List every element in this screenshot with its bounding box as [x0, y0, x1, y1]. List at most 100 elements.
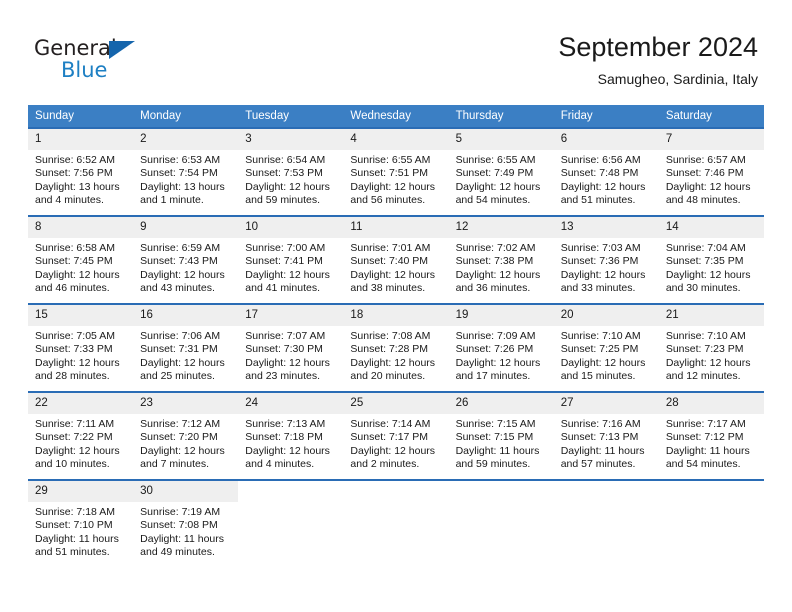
daylight-text-line1: Daylight: 12 hours [140, 356, 225, 369]
calendar-day-cell[interactable]: 21 Sunrise: 7:10 AM Sunset: 7:23 PM Dayligh… [658, 303, 764, 392]
day-details: Sunrise: 6:58 AM Sunset: 7:45 PM Daylight:… [28, 238, 133, 296]
calendar-day-cell[interactable]: 13 Sunrise: 7:03 AM Sunset: 7:36 PM Dayligh… [553, 215, 659, 304]
title-block: September 2024 Samugheo, Sardinia, Italy [558, 30, 758, 88]
daylight-text-line2: and 20 minutes. [350, 370, 426, 383]
calendar-day-cell[interactable]: 5 Sunrise: 6:55 AM Sunset: 7:49 PM Daylight… [448, 127, 554, 216]
calendar-day-cell[interactable]: 15 Sunrise: 7:05 AM Sunset: 7:33 PM Dayligh… [28, 303, 134, 392]
day-cell-inner: 17 Sunrise: 7:07 AM Sunset: 7:30 PM Dayligh… [238, 305, 344, 391]
day-details: Sunrise: 7:00 AM Sunset: 7:41 PM Daylight:… [238, 238, 343, 296]
calendar-week-row: 1 Sunrise: 6:52 AM Sunset: 7:56 PM Daylight… [28, 127, 764, 216]
calendar-day-cell[interactable]: 20 Sunrise: 7:10 AM Sunset: 7:25 PM Dayligh… [553, 303, 659, 392]
calendar-day-cell[interactable]: 22 Sunrise: 7:11 AM Sunset: 7:22 PM Dayligh… [28, 391, 134, 480]
daylight-text-line1: Daylight: 12 hours [665, 268, 751, 281]
daylight-text-line2: and 51 minutes. [35, 546, 110, 559]
daylight-text-line2: and 1 minute. [140, 194, 204, 207]
day-details: Sunrise: 7:16 AM Sunset: 7:13 PM Daylight:… [554, 414, 659, 472]
sunset-text: Sunset: 7:49 PM [455, 167, 534, 180]
calendar-day-cell[interactable]: 7 Sunrise: 6:57 AM Sunset: 7:46 PM Daylight… [658, 127, 764, 216]
logo-text-blue: Blue [61, 58, 108, 82]
calendar-day-cell [448, 479, 554, 570]
sunset-text: Sunset: 7:35 PM [665, 255, 744, 268]
sunset-text: Sunset: 7:48 PM [560, 167, 639, 180]
day-number: 10 [238, 217, 344, 238]
daylight-text-line2: and 54 minutes. [665, 458, 741, 471]
day-number: 21 [658, 305, 764, 326]
calendar-day-cell[interactable]: 10 Sunrise: 7:00 AM Sunset: 7:41 PM Dayligh… [238, 215, 344, 304]
day-cell-inner: 7 Sunrise: 6:57 AM Sunset: 7:46 PM Daylight… [658, 129, 764, 215]
sunset-text: Sunset: 7:36 PM [560, 255, 639, 268]
calendar-day-cell[interactable]: 16 Sunrise: 7:06 AM Sunset: 7:31 PM Dayligh… [133, 303, 239, 392]
day-cell-inner: 28 Sunrise: 7:17 AM Sunset: 7:12 PM Dayligh… [658, 393, 764, 479]
day-cell-inner: 5 Sunrise: 6:55 AM Sunset: 7:49 PM Daylight… [448, 129, 554, 215]
day-cell-inner: 18 Sunrise: 7:08 AM Sunset: 7:28 PM Dayligh… [343, 305, 449, 391]
daylight-text-line1: Daylight: 12 hours [455, 356, 541, 369]
sunset-text: Sunset: 7:22 PM [35, 431, 113, 444]
sunrise-text: Sunrise: 7:09 AM [455, 330, 536, 342]
generalblue-logo[interactable]: General Blue [34, 36, 234, 88]
daylight-text-line1: Daylight: 12 hours [560, 268, 646, 281]
daylight-text-line2: and 7 minutes. [140, 458, 210, 471]
sunset-text: Sunset: 7:54 PM [140, 167, 218, 180]
sunset-text: Sunset: 7:26 PM [455, 343, 534, 356]
daylight-text-line1: Daylight: 12 hours [140, 444, 225, 457]
calendar-day-cell[interactable]: 1 Sunrise: 6:52 AM Sunset: 7:56 PM Daylight… [28, 127, 134, 216]
day-details: Sunrise: 6:53 AM Sunset: 7:54 PM Daylight:… [133, 150, 238, 208]
sunrise-text: Sunrise: 7:05 AM [35, 330, 115, 342]
day-details: Sunrise: 7:01 AM Sunset: 7:40 PM Daylight:… [343, 238, 448, 296]
day-number: 4 [343, 129, 449, 150]
day-details: Sunrise: 7:03 AM Sunset: 7:36 PM Daylight:… [554, 238, 659, 296]
calendar-day-cell[interactable]: 26 Sunrise: 7:15 AM Sunset: 7:15 PM Dayligh… [448, 391, 554, 480]
day-number: 5 [448, 129, 554, 150]
sunset-text: Sunset: 7:25 PM [560, 343, 639, 356]
calendar-day-cell[interactable]: 25 Sunrise: 7:14 AM Sunset: 7:17 PM Dayligh… [343, 391, 449, 480]
calendar-day-cell[interactable]: 4 Sunrise: 6:55 AM Sunset: 7:51 PM Daylight… [343, 127, 449, 216]
calendar-day-cell[interactable]: 8 Sunrise: 6:58 AM Sunset: 7:45 PM Daylight… [28, 215, 134, 304]
weekday-header-thursday: Thursday [448, 105, 554, 128]
calendar-day-cell [343, 479, 449, 570]
day-number: 20 [553, 305, 659, 326]
sunrise-text: Sunrise: 7:04 AM [665, 242, 746, 254]
calendar-day-cell[interactable]: 27 Sunrise: 7:16 AM Sunset: 7:13 PM Dayligh… [553, 391, 659, 480]
calendar-day-cell[interactable]: 9 Sunrise: 6:59 AM Sunset: 7:43 PM Daylight… [133, 215, 239, 304]
calendar-day-cell[interactable]: 30 Sunrise: 7:19 AM Sunset: 7:08 PM Dayligh… [133, 479, 239, 570]
day-number: 17 [238, 305, 344, 326]
daylight-text-line1: Daylight: 12 hours [350, 356, 436, 369]
calendar-day-cell[interactable]: 18 Sunrise: 7:08 AM Sunset: 7:28 PM Dayligh… [343, 303, 449, 392]
day-details: Sunrise: 6:55 AM Sunset: 7:51 PM Daylight:… [343, 150, 448, 208]
sunrise-text: Sunrise: 7:17 AM [665, 418, 746, 430]
daylight-text-line2: and 41 minutes. [245, 282, 320, 295]
sunset-text: Sunset: 7:10 PM [35, 519, 113, 532]
sunrise-text: Sunrise: 6:54 AM [245, 154, 326, 166]
sunset-text: Sunset: 7:45 PM [35, 255, 113, 268]
daylight-text-line2: and 54 minutes. [455, 194, 531, 207]
calendar-week-row: 8 Sunrise: 6:58 AM Sunset: 7:45 PM Daylight… [28, 215, 764, 304]
day-cell-inner: 19 Sunrise: 7:09 AM Sunset: 7:26 PM Dayligh… [448, 305, 554, 391]
day-number: 24 [238, 393, 344, 414]
sunset-text: Sunset: 7:13 PM [560, 431, 639, 444]
calendar-day-cell[interactable]: 6 Sunrise: 6:56 AM Sunset: 7:48 PM Daylight… [553, 127, 659, 216]
calendar-day-cell[interactable]: 29 Sunrise: 7:18 AM Sunset: 7:10 PM Dayligh… [28, 479, 134, 570]
calendar-day-cell[interactable]: 28 Sunrise: 7:17 AM Sunset: 7:12 PM Dayligh… [658, 391, 764, 480]
sunset-text: Sunset: 7:17 PM [350, 431, 429, 444]
day-number: 15 [28, 305, 134, 326]
calendar-day-cell[interactable]: 12 Sunrise: 7:02 AM Sunset: 7:38 PM Dayligh… [448, 215, 554, 304]
day-cell-inner [238, 481, 343, 570]
day-cell-inner: 9 Sunrise: 6:59 AM Sunset: 7:43 PM Daylight… [133, 217, 239, 303]
calendar-day-cell[interactable]: 3 Sunrise: 6:54 AM Sunset: 7:53 PM Daylight… [238, 127, 344, 216]
daylight-text-line2: and 51 minutes. [560, 194, 636, 207]
daylight-text-line2: and 23 minutes. [245, 370, 320, 383]
calendar-day-cell[interactable]: 14 Sunrise: 7:04 AM Sunset: 7:35 PM Dayligh… [658, 215, 764, 304]
day-cell-inner: 22 Sunrise: 7:11 AM Sunset: 7:22 PM Dayligh… [28, 393, 134, 479]
calendar-day-cell[interactable]: 11 Sunrise: 7:01 AM Sunset: 7:40 PM Dayligh… [343, 215, 449, 304]
day-number: 22 [28, 393, 134, 414]
calendar-day-cell[interactable]: 17 Sunrise: 7:07 AM Sunset: 7:30 PM Dayligh… [238, 303, 344, 392]
sunset-text: Sunset: 7:38 PM [455, 255, 534, 268]
calendar-day-cell [238, 479, 344, 570]
sunset-text: Sunset: 7:31 PM [140, 343, 218, 356]
calendar-day-cell[interactable]: 19 Sunrise: 7:09 AM Sunset: 7:26 PM Dayligh… [448, 303, 554, 392]
calendar-day-cell[interactable]: 2 Sunrise: 6:53 AM Sunset: 7:54 PM Daylight… [133, 127, 239, 216]
sunset-text: Sunset: 7:23 PM [665, 343, 744, 356]
calendar-day-cell[interactable]: 23 Sunrise: 7:12 AM Sunset: 7:20 PM Dayligh… [133, 391, 239, 480]
calendar-day-cell[interactable]: 24 Sunrise: 7:13 AM Sunset: 7:18 PM Dayligh… [238, 391, 344, 480]
daylight-text-line1: Daylight: 12 hours [455, 180, 541, 193]
